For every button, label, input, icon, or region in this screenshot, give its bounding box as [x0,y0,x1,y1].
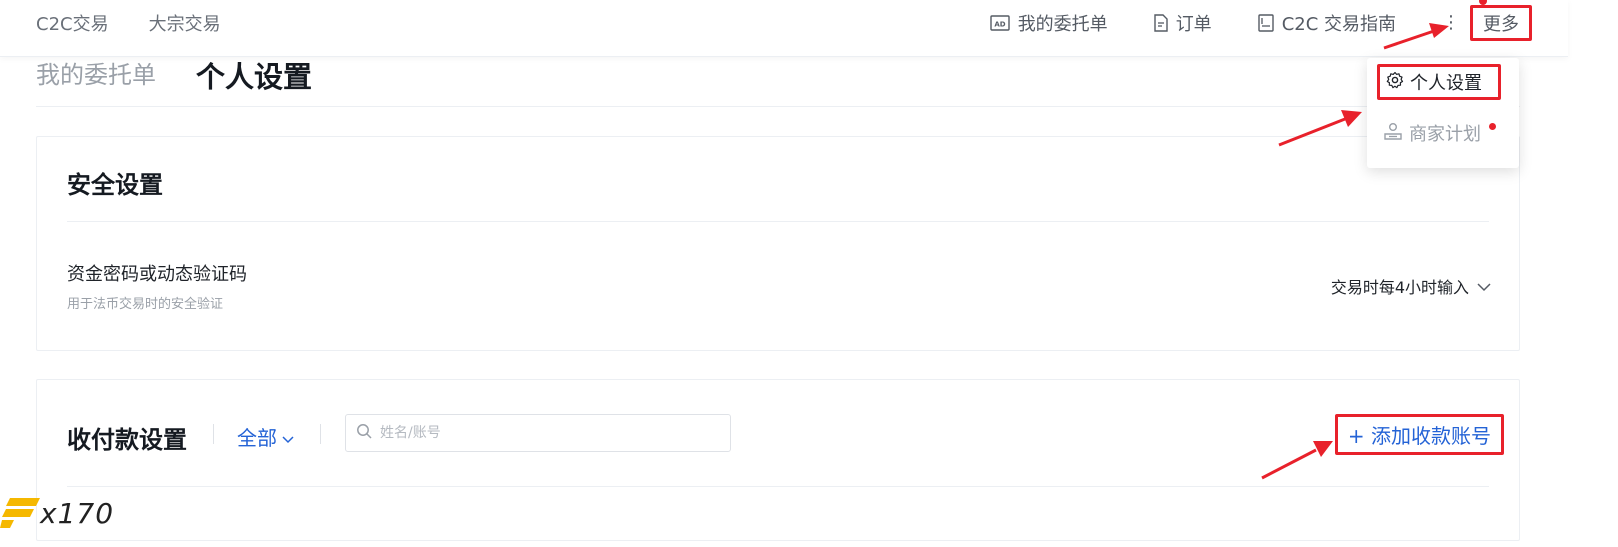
chevron-down-icon [1477,277,1491,296]
payment-title: 收付款设置 [67,426,187,454]
nav-block-trade[interactable]: 大宗交易 [149,10,221,36]
nav-left: C2C交易 大宗交易 [36,0,221,46]
watermark: x170 [0,496,114,530]
divider [67,486,1489,487]
nav-orders[interactable]: 订单 [1153,10,1212,36]
more-dropdown-menu: 个人设置 商家计划 [1367,58,1519,168]
filter-dropdown[interactable]: 全部 [237,422,294,451]
nav-orders-label: 订单 [1175,14,1212,35]
add-payment-account-button[interactable]: + 添加收款账号 [1334,414,1504,455]
verification-frequency-value: 交易时每4小时输入 [1330,278,1469,297]
fund-password-title: 资金密码或动态验证码 [67,264,247,285]
watermark-text: x170 [40,496,115,530]
search-box [345,414,731,452]
watermark-logo-icon [0,498,40,528]
nav-right: AD 我的委托单 订单 C2C 交易指南 ⋮ 更多 [989,0,1532,46]
nav-my-orders[interactable]: AD 我的委托单 [989,10,1108,36]
separator [320,424,321,444]
top-nav: C2C交易 大宗交易 AD 我的委托单 订单 C2C 交易指南 ⋮ 更多 [0,0,1568,57]
verification-frequency-select[interactable]: 交易时每4小时输入 [1331,274,1491,298]
divider [67,221,1489,222]
separator [213,424,214,444]
nav-my-orders-label: 我的委托单 [1017,14,1108,35]
menu-item-personal-settings[interactable]: 个人设置 [1377,64,1501,100]
search-input[interactable] [378,424,712,442]
more-menu-button[interactable]: 更多 [1470,5,1532,41]
document-icon [1153,14,1168,32]
fund-password-subtitle: 用于法币交易时的安全验证 [67,297,224,312]
security-title: 安全设置 [67,171,163,199]
filter-label: 全部 [237,426,277,450]
menu-item-merchant-plan[interactable]: 商家计划 [1383,120,1535,146]
gear-icon [1386,71,1404,94]
tab-my-orders[interactable]: 我的委托单 [36,55,156,90]
merchant-icon [1383,122,1403,145]
book-icon [1257,14,1274,32]
nav-c2c-trade[interactable]: C2C交易 [36,10,109,36]
kebab-icon[interactable]: ⋮ [1442,14,1460,32]
menu-item-label: 商家计划 [1409,124,1481,145]
nav-c2c-guide-label: C2C 交易指南 [1281,14,1396,35]
chevron-down-icon [282,425,294,449]
menu-item-label: 个人设置 [1410,73,1482,94]
notification-dot [1489,122,1496,130]
security-settings-card: 安全设置 资金密码或动态验证码 用于法币交易时的安全验证 交易时每4小时输入 [36,136,1520,351]
tab-personal-settings[interactable]: 个人设置 [196,54,312,96]
svg-text:AD: AD [994,21,1005,29]
ad-icon: AD [989,15,1010,31]
payment-settings-card: 收付款设置 全部 + 添加收款账号 [36,379,1520,541]
nav-c2c-guide[interactable]: C2C 交易指南 [1257,10,1396,36]
search-icon [356,423,372,443]
